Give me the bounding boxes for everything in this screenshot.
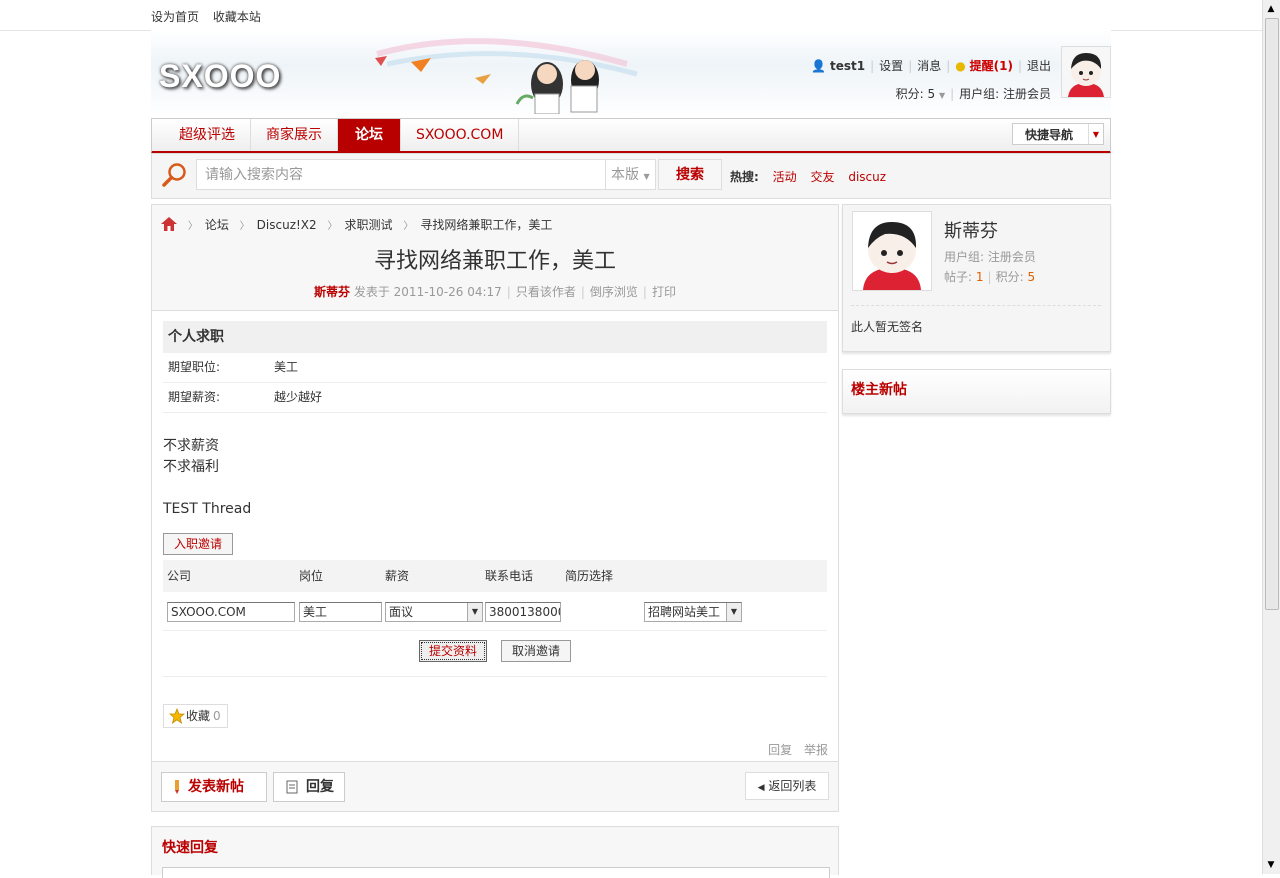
hot-search-label: 热搜: — [730, 170, 759, 184]
logout-link[interactable]: 退出 — [1027, 59, 1051, 73]
scroll-down-arrow-icon[interactable]: ▼ — [1265, 859, 1277, 871]
chevron-left-icon: ◀ — [757, 783, 765, 793]
set-homepage-link[interactable]: 设为首页 — [151, 10, 199, 24]
job-row: 期望薪资: 越少越好 — [163, 383, 827, 413]
hot-keyword[interactable]: discuz — [848, 170, 886, 184]
quick-reply-textarea[interactable] — [162, 867, 830, 878]
usergroup-text: 用户组: 注册会员 — [959, 87, 1051, 101]
breadcrumb-forum[interactable]: 论坛 — [205, 218, 229, 232]
settings-link[interactable]: 设置 — [879, 59, 903, 73]
home-icon[interactable] — [161, 217, 177, 231]
dropdown-arrow-icon: ▼ — [467, 603, 482, 621]
search-bar: 请输入搜索内容 本版 ▼ 搜索 热搜: 活动 交友 discuz — [151, 153, 1111, 199]
pencil-icon — [175, 780, 179, 794]
chevron-down-icon: ▼ — [1088, 124, 1103, 144]
favorite-button[interactable]: 收藏 0 — [163, 704, 228, 728]
author-new-posts-title: 楼主新帖 — [851, 382, 907, 398]
breadcrumb-board[interactable]: 求职测试 — [345, 218, 393, 232]
site-header: SXOOO 👤 test1 | 设置 | 消息 | ● 提醒(1) | 退出 积分: 5 ▼ | 用… — [151, 30, 1111, 118]
invite-button[interactable]: 入职邀请 — [163, 533, 234, 555]
scroll-up-arrow-icon[interactable]: ▲ — [1265, 3, 1277, 15]
job-info-box: 个人求职 期望职位: 美工 期望薪资: 越少越好 — [163, 321, 827, 413]
search-button[interactable]: 搜索 — [658, 159, 722, 190]
scroll-thumb[interactable] — [1265, 18, 1279, 610]
salary-select[interactable]: 面议 ▼ — [385, 602, 483, 622]
dropdown-arrow-icon: ▼ — [726, 603, 741, 621]
nav-item-merchants[interactable]: 商家展示 — [251, 119, 338, 151]
reply-doc-icon — [286, 780, 298, 794]
quick-nav-button[interactable]: 快捷导航 ▼ — [1012, 123, 1104, 145]
quick-reply-panel: 快速回复 — [151, 826, 839, 878]
breadcrumb-thread[interactable]: 寻找网络兼职工作，美工 — [420, 218, 552, 232]
bulb-icon: ● — [955, 59, 966, 73]
invite-form-header: 公司 岗位 薪资 联系电话 简历选择 — [163, 560, 827, 592]
breadcrumb-discuz[interactable]: Discuz!X2 — [257, 218, 317, 232]
job-heading: 个人求职 — [163, 321, 827, 353]
author-new-posts: 楼主新帖 — [842, 369, 1111, 414]
star-icon — [169, 708, 185, 724]
invite-form-row: SXOOO.COM 美工 面议 ▼ 3800138000 招聘网站美工 ▼ — [163, 592, 827, 631]
username-link[interactable]: test1 — [830, 59, 865, 73]
position-input[interactable]: 美工 — [299, 602, 382, 622]
cancel-invite-button[interactable]: 取消邀请 — [501, 640, 571, 662]
site-logo[interactable]: SXOOO — [159, 58, 281, 95]
job-row: 期望职位: 美工 — [163, 353, 827, 383]
top-bar: 设为首页 收藏本站 — [0, 0, 1262, 31]
report-link[interactable]: 举报 — [804, 743, 828, 757]
quick-reply-title: 快速回复 — [162, 840, 218, 856]
banner-illustration — [375, 38, 638, 114]
only-author-link[interactable]: 只看该作者 — [516, 285, 576, 299]
nav-item-super-rating[interactable]: 超级评选 — [152, 119, 251, 151]
post-title: 寻找网络兼职工作，美工 — [373, 249, 616, 274]
user-icon: 👤 — [811, 59, 827, 73]
user-info: 👤 test1 | 设置 | 消息 | ● 提醒(1) | 退出 积分: 5 ▼ | 用户组: 注册… — [811, 59, 1051, 101]
remind-link[interactable]: 提醒(1) — [970, 59, 1013, 73]
author-usergroup: 用户组: 注册会员 — [944, 250, 1036, 264]
reply-link[interactable]: 回复 — [768, 743, 792, 757]
author-stats: 帖子: 1 | 积分: 5 — [944, 270, 1036, 284]
bookmark-site-link[interactable]: 收藏本站 — [213, 10, 261, 24]
hot-keyword[interactable]: 活动 — [773, 170, 797, 184]
search-icon — [162, 163, 186, 187]
company-input[interactable]: SXOOO.COM — [167, 602, 295, 622]
favorite-count: 0 — [213, 709, 221, 723]
post-body: 个人求职 期望职位: 美工 期望薪资: 越少越好 不求薪资 不求福利 TEST Th… — [152, 311, 838, 761]
main-nav: 超级评选 商家展示 论坛 SXOOO.COM 快捷导航 ▼ — [151, 118, 1111, 154]
invite-form: 公司 岗位 薪资 联系电话 简历选择 SXOOO.COM 美工 面议 ▼ 3800… — [163, 560, 827, 631]
author-avatar[interactable] — [852, 211, 932, 291]
post-meta: 斯蒂芬 发表于 2011-10-26 04:17 | 只看该作者 | 倒序浏览 | 打印 — [314, 285, 676, 299]
submit-info-button[interactable]: 提交资料 — [419, 640, 487, 662]
back-to-list-button[interactable]: ◀ 返回列表 — [745, 772, 829, 800]
hot-keyword[interactable]: 交友 — [810, 170, 834, 184]
phone-input[interactable]: 3800138000 — [485, 602, 561, 622]
nav-item-forum[interactable]: 论坛 — [338, 119, 401, 151]
hot-search: 热搜: 活动 交友 discuz — [730, 168, 896, 185]
messages-link[interactable]: 消息 — [917, 59, 941, 73]
reverse-order-link[interactable]: 倒序浏览 — [590, 285, 638, 299]
author-profile-card: 斯蒂芬 用户组: 注册会员 帖子: 1 | 积分: 5 此人暂无签名 — [842, 204, 1111, 352]
breadcrumb: 〉论坛 〉 Discuz!X2 〉求职测试 〉寻找网络兼职工作，美工 — [161, 216, 552, 233]
author-signature: 此人暂无签名 — [851, 320, 924, 334]
new-post-button[interactable]: 发表新帖 — [161, 772, 267, 802]
post-panel: 〉论坛 〉 Discuz!X2 〉求职测试 〉寻找网络兼职工作，美工 寻找网络兼职… — [151, 204, 839, 812]
window-scrollbar[interactable]: ▲ ▼ — [1262, 0, 1280, 874]
invite-actions: 提交资料 取消邀请 — [163, 636, 827, 677]
points-menu[interactable]: 积分: 5 ▼ — [896, 87, 945, 101]
print-link[interactable]: 打印 — [652, 285, 676, 299]
search-scope-select[interactable]: 本版 ▼ — [606, 159, 656, 190]
post-author-link[interactable]: 斯蒂芬 — [314, 285, 350, 299]
post-content: 不求薪资 不求福利 TEST Thread — [163, 438, 252, 517]
user-avatar[interactable] — [1061, 46, 1111, 98]
post-links: 回复 举报 — [760, 741, 828, 758]
search-input[interactable]: 请输入搜索内容 — [196, 159, 606, 190]
reply-button[interactable]: 回复 — [273, 772, 345, 802]
nav-item-sxooo[interactable]: SXOOO.COM — [401, 119, 520, 151]
resume-select[interactable]: 招聘网站美工 ▼ — [644, 602, 742, 622]
post-date: 发表于 2011-10-26 04:17 — [353, 285, 502, 299]
author-name[interactable]: 斯蒂芬 — [944, 217, 998, 243]
